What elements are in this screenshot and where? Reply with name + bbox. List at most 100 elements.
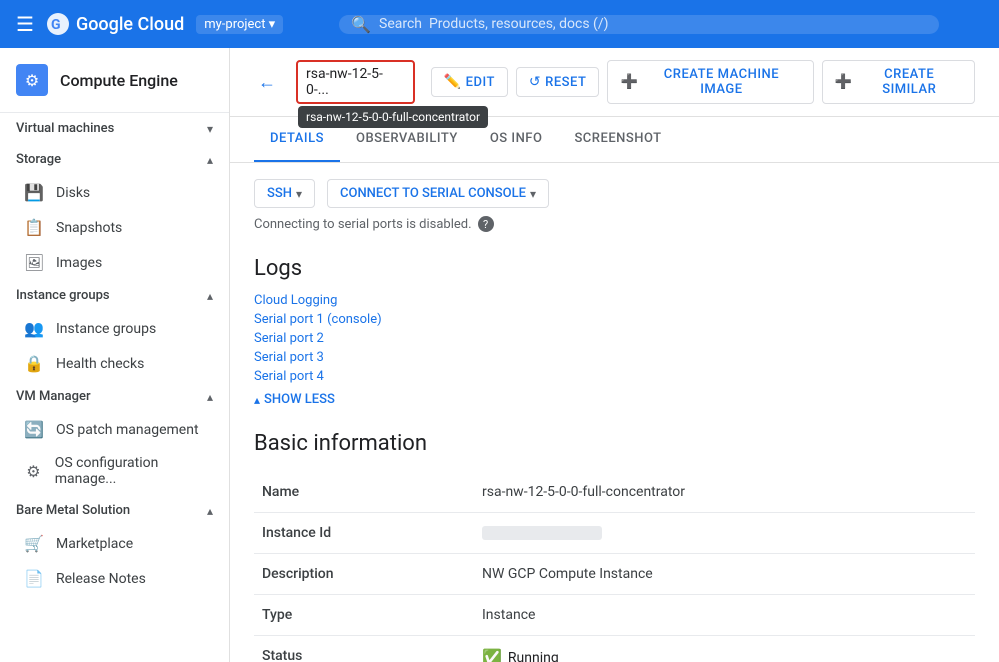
- table-row: Instance Id: [254, 513, 975, 554]
- sidebar-item-label-release-notes: Release Notes: [56, 571, 146, 587]
- header-actions: ✏️ EDIT ↺ RESET ➕ CREATE MACHINE IMAGE ➕…: [431, 60, 975, 104]
- show-less-button[interactable]: ▴ SHOW LESS: [254, 392, 975, 407]
- hamburger-menu-icon[interactable]: ☰: [16, 12, 34, 36]
- svg-text:G: G: [51, 17, 61, 33]
- table-row: Type Instance: [254, 595, 975, 636]
- sidebar-group-bare-metal[interactable]: Bare Metal Solution ▴: [0, 495, 229, 526]
- table-row: Description NW GCP Compute Instance: [254, 554, 975, 595]
- sidebar-item-marketplace[interactable]: 🛒 Marketplace: [8, 526, 229, 561]
- google-logo-icon: G: [46, 12, 70, 36]
- instance-name-box: rsa-nw-12-5-0-... rsa-nw-12-5-0-0-full-c…: [296, 60, 415, 104]
- edit-button[interactable]: ✏️ EDIT: [431, 67, 508, 97]
- sidebar-group-label-vm: Virtual machines: [16, 121, 114, 136]
- chevron-up-icon-ig: ▴: [207, 289, 213, 303]
- ssh-button[interactable]: SSH ▾: [254, 179, 315, 208]
- search-input[interactable]: [379, 16, 927, 32]
- redacted-instance-id: [482, 526, 602, 540]
- chevron-up-icon-vmm: ▴: [207, 390, 213, 404]
- sidebar-group-label-bms: Bare Metal Solution: [16, 503, 130, 518]
- sidebar-item-disks[interactable]: 💾 Disks: [8, 175, 229, 210]
- label-instance-id: Instance Id: [254, 513, 474, 554]
- show-less-label: SHOW LESS: [264, 392, 335, 407]
- value-type: Instance: [474, 595, 975, 636]
- google-cloud-text: Google Cloud: [76, 14, 184, 35]
- sidebar-item-label-images: Images: [56, 255, 102, 271]
- google-cloud-logo: G Google Cloud: [46, 12, 184, 36]
- tab-screenshot[interactable]: SCREENSHOT: [558, 117, 677, 162]
- connect-serial-console-button[interactable]: CONNECT TO SERIAL CONSOLE ▾: [327, 179, 549, 208]
- value-status: ✅ Running: [474, 636, 975, 662]
- sidebar-group-label-storage: Storage: [16, 152, 61, 167]
- value-name: rsa-nw-12-5-0-0-full-concentrator: [474, 472, 975, 513]
- sidebar-group-storage[interactable]: Storage ▴: [0, 144, 229, 175]
- logs-title: Logs: [254, 256, 975, 281]
- chevron-up-icon: ▴: [207, 153, 213, 167]
- console-dropdown-icon[interactable]: ▾: [530, 187, 536, 201]
- label-status: Status: [254, 636, 474, 662]
- cloud-logging-link[interactable]: Cloud Logging: [254, 293, 975, 308]
- sidebar-item-instance-groups[interactable]: 👥 Instance groups: [8, 311, 229, 346]
- sidebar-group-vm-manager[interactable]: VM Manager ▴: [0, 381, 229, 412]
- chevron-up-icon-bms: ▴: [207, 504, 213, 518]
- status-text: Running: [508, 650, 559, 662]
- sidebar-item-health-checks[interactable]: 🔒 Health checks: [8, 346, 229, 381]
- ssh-label: SSH: [267, 186, 292, 201]
- table-row: Name rsa-nw-12-5-0-0-full-concentrator: [254, 472, 975, 513]
- help-icon[interactable]: ?: [478, 216, 494, 232]
- sidebar-item-snapshots[interactable]: 📋 Snapshots: [8, 210, 229, 245]
- sidebar-item-images[interactable]: 🖼 Images: [8, 245, 229, 280]
- health-checks-icon: 🔒: [24, 354, 44, 373]
- serial-port-2-link[interactable]: Serial port 2: [254, 331, 975, 346]
- main-content: ← rsa-nw-12-5-0-... rsa-nw-12-5-0-0-full…: [230, 48, 999, 662]
- status-running: ✅ Running: [482, 648, 967, 662]
- disk-icon: 💾: [24, 183, 44, 202]
- create-similar-icon: ➕: [835, 74, 853, 90]
- status-running-icon: ✅: [482, 648, 502, 662]
- sidebar-storage-items: 💾 Disks 📋 Snapshots 🖼 Images: [0, 175, 229, 280]
- instance-groups-icon: 👥: [24, 319, 44, 338]
- value-instance-id: [474, 513, 975, 554]
- sidebar-item-label-instance-groups: Instance groups: [56, 321, 156, 337]
- sidebar-group-virtual-machines[interactable]: Virtual machines ▾: [0, 113, 229, 144]
- sidebar-item-os-config[interactable]: ⚙ OS configuration manage...: [8, 447, 229, 495]
- back-button[interactable]: ←: [254, 68, 280, 97]
- sidebar-group-label-ig: Instance groups: [16, 288, 110, 303]
- search-icon: 🔍: [351, 15, 371, 34]
- instance-header: ← rsa-nw-12-5-0-... rsa-nw-12-5-0-0-full…: [230, 48, 999, 117]
- ssh-dropdown-icon[interactable]: ▾: [296, 187, 302, 201]
- create-similar-button[interactable]: ➕ CREATE SIMILAR: [822, 60, 975, 104]
- instance-name-tooltip: rsa-nw-12-5-0-0-full-concentrator: [298, 106, 488, 128]
- create-machine-image-button[interactable]: ➕ CREATE MACHINE IMAGE: [607, 60, 813, 104]
- sidebar: ⚙ Compute Engine Virtual machines ▾ Stor…: [0, 48, 230, 662]
- basic-info-section: Basic information Name rsa-nw-12-5-0-0-f…: [254, 431, 975, 662]
- serial-port-4-link[interactable]: Serial port 4: [254, 369, 975, 384]
- logs-section: Logs Cloud Logging Serial port 1 (consol…: [254, 256, 975, 407]
- sidebar-item-label-disks: Disks: [56, 185, 90, 201]
- sidebar-group-instance-groups[interactable]: Instance groups ▴: [0, 280, 229, 311]
- sidebar-instance-groups-items: 👥 Instance groups 🔒 Health checks: [0, 311, 229, 381]
- search-bar[interactable]: 🔍: [339, 15, 939, 34]
- value-description: NW GCP Compute Instance: [474, 554, 975, 595]
- edit-icon: ✏️: [444, 74, 462, 90]
- sidebar-item-label-health-checks: Health checks: [56, 356, 144, 372]
- sidebar-item-label-os-patch: OS patch management: [56, 422, 199, 438]
- sidebar-item-label-marketplace: Marketplace: [56, 536, 133, 552]
- basic-info-table: Name rsa-nw-12-5-0-0-full-concentrator I…: [254, 472, 975, 662]
- release-notes-icon: 📄: [24, 569, 44, 588]
- marketplace-icon: 🛒: [24, 534, 44, 553]
- chevron-down-icon: ▾: [207, 122, 213, 136]
- disabled-notice-text: Connecting to serial ports is disabled.: [254, 217, 472, 232]
- sidebar-title: Compute Engine: [60, 71, 178, 90]
- snapshot-icon: 📋: [24, 218, 44, 237]
- sidebar-item-release-notes[interactable]: 📄 Release Notes: [8, 561, 229, 596]
- sidebar-item-label-snapshots: Snapshots: [56, 220, 122, 236]
- reset-button[interactable]: ↺ RESET: [516, 67, 600, 97]
- top-navigation: ☰ G Google Cloud my-project ▾ 🔍: [0, 0, 999, 48]
- sidebar-item-os-patch[interactable]: 🔄 OS patch management: [8, 412, 229, 447]
- table-row: Status ✅ Running: [254, 636, 975, 662]
- sidebar-item-label-os-config: OS configuration manage...: [55, 455, 213, 487]
- sidebar-bare-metal-items: 🛒 Marketplace 📄 Release Notes: [0, 526, 229, 596]
- project-selector[interactable]: my-project ▾: [196, 15, 283, 34]
- serial-port-1-link[interactable]: Serial port 1 (console): [254, 312, 975, 327]
- serial-port-3-link[interactable]: Serial port 3: [254, 350, 975, 365]
